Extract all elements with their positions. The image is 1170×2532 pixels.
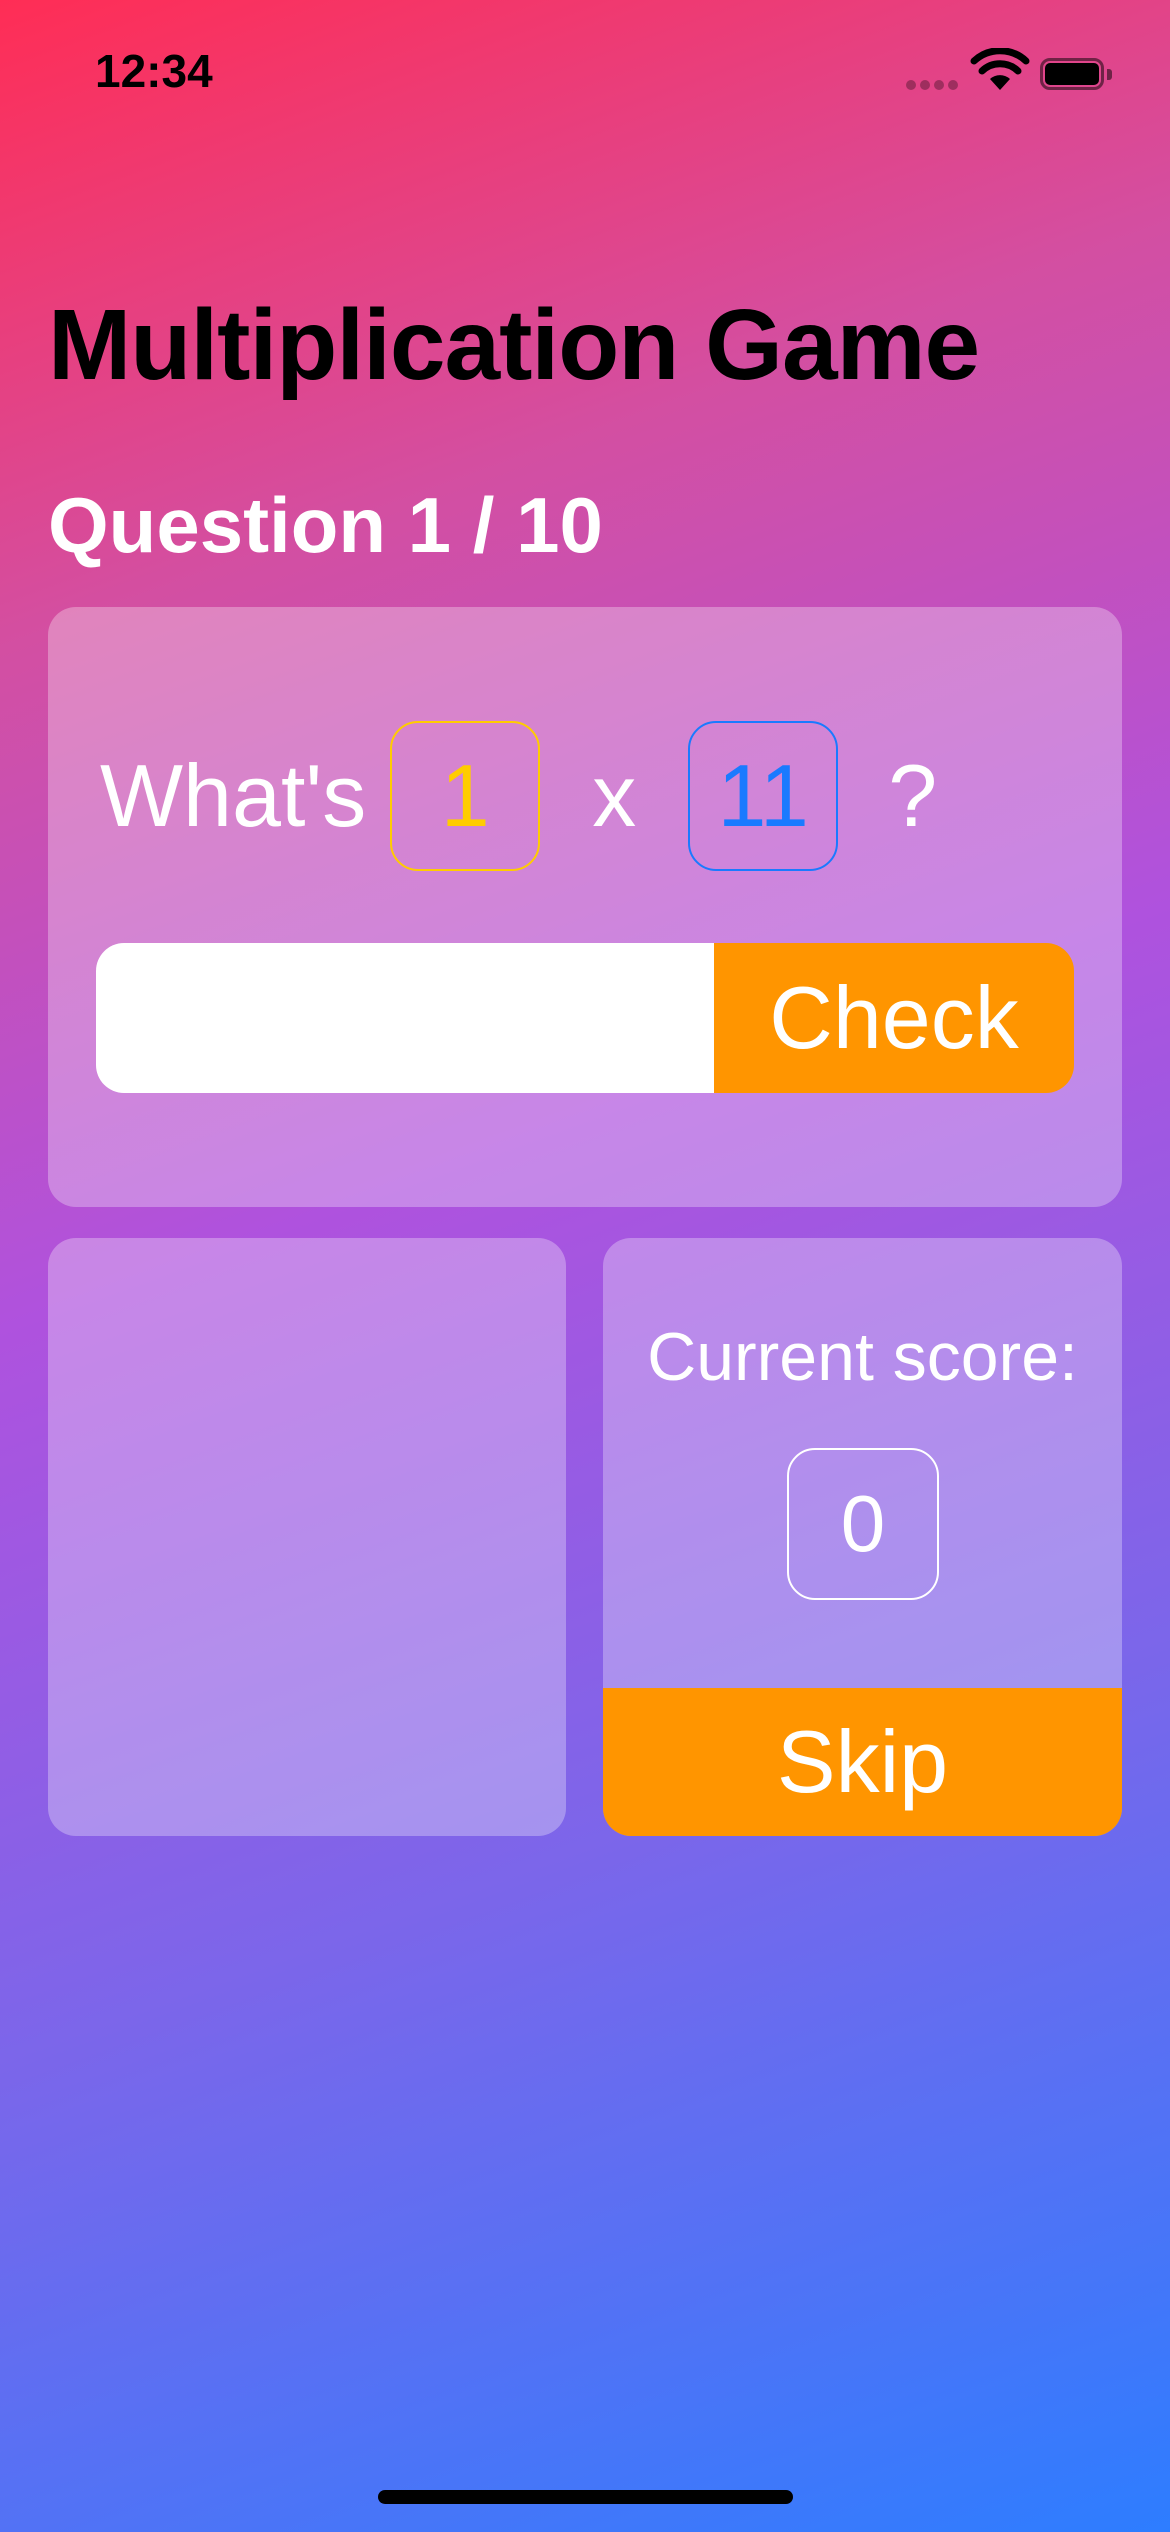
wifi-icon xyxy=(970,48,1030,90)
question-card: What's 1 x 11 ? Check xyxy=(48,607,1122,1207)
operator: x xyxy=(592,746,637,845)
right-operand: 11 xyxy=(688,721,839,871)
page-title: Multiplication Game xyxy=(48,289,980,401)
battery-icon xyxy=(1040,58,1114,92)
answer-input[interactable] xyxy=(96,943,714,1093)
score-value: 0 xyxy=(787,1448,939,1600)
score-panel: Current score: 0 Skip xyxy=(603,1238,1122,1836)
answer-row: Check xyxy=(96,943,1074,1093)
question-row: What's 1 x 11 ? xyxy=(100,719,937,873)
question-counter: Question 1 / 10 xyxy=(48,481,603,569)
skip-button[interactable]: Skip xyxy=(603,1688,1122,1836)
status-bar: 12:34 xyxy=(0,0,1170,150)
question-prefix: What's xyxy=(100,746,367,845)
status-time: 12:34 xyxy=(95,45,213,97)
home-indicator[interactable] xyxy=(378,2490,793,2504)
left-operand: 1 xyxy=(390,721,541,871)
question-suffix: ? xyxy=(888,746,938,845)
check-button[interactable]: Check xyxy=(714,943,1074,1093)
score-label: Current score: xyxy=(647,1319,1078,1395)
cellular-signal-icon xyxy=(906,80,958,92)
feedback-panel xyxy=(48,1238,566,1836)
